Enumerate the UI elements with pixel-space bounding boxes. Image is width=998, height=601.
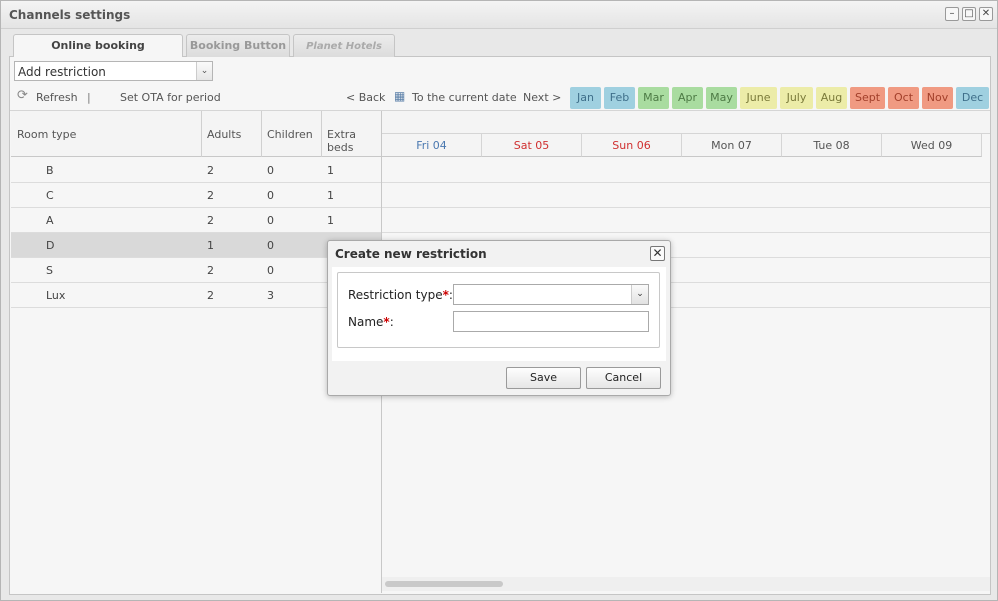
create-restriction-dialog: Create new restriction ✕ Restriction typ… [327, 240, 671, 396]
month-button-dec[interactable]: Dec [956, 87, 989, 109]
column-header-adults[interactable]: Adults [207, 128, 241, 141]
name-input[interactable] [453, 311, 649, 332]
restriction-type-label: Restriction type*: [348, 288, 453, 302]
planet-hotels-logo: Planet Hotels [306, 41, 382, 52]
month-button-mar[interactable]: Mar [638, 87, 669, 109]
month-button-july[interactable]: July [780, 87, 813, 109]
month-button-may[interactable]: May [706, 87, 737, 109]
tab-online-booking-restrictions[interactable]: Online booking restrictions [13, 34, 183, 73]
day-header: Sun 06 [582, 134, 682, 157]
column-header-extra-beds[interactable]: Extra beds [327, 128, 381, 154]
month-button-feb[interactable]: Feb [604, 87, 635, 109]
room-type-cell: D [46, 239, 55, 252]
day-header: Wed 09 [882, 134, 982, 157]
maximize-button[interactable]: □ [962, 7, 976, 21]
tab-bar: Online booking restrictions Booking Butt… [9, 31, 991, 73]
children-cell: 0 [267, 264, 274, 277]
toolbar-separator: | [87, 91, 91, 104]
next-button[interactable]: Next > [523, 91, 561, 104]
close-window-button[interactable]: ✕ [979, 7, 993, 21]
refresh-icon[interactable]: ⟳ [17, 88, 28, 103]
chevron-down-icon[interactable]: ⌄ [196, 62, 212, 80]
adults-cell: 2 [207, 164, 214, 177]
day-header: Tue 08 [782, 134, 882, 157]
back-button[interactable]: < Back [346, 91, 385, 104]
room-type-cell: S [46, 264, 53, 277]
calendar-toolbar: ⟳ Refresh | Set OTA for period < Back ▦ … [10, 85, 990, 111]
tab-booking-button[interactable]: Booking Button [186, 34, 290, 57]
month-button-aug[interactable]: Aug [816, 87, 847, 109]
room-type-cell: Lux [46, 289, 66, 302]
room-grid-header: Room type Adults Children Extra beds [11, 111, 381, 157]
calendar-header-top [382, 111, 990, 134]
set-ota-for-period-button[interactable]: Set OTA for period [120, 91, 221, 104]
extra-beds-cell: 1 [327, 189, 334, 202]
column-header-children[interactable]: Children [267, 128, 313, 141]
dialog-body: Restriction type*: ⌄ Name*: [332, 267, 666, 361]
month-button-june[interactable]: June [740, 87, 777, 109]
adults-cell: 2 [207, 189, 214, 202]
table-row[interactable]: D 1 0 [11, 233, 381, 258]
dialog-title: Create new restriction [335, 247, 487, 261]
to-current-date-button[interactable]: To the current date [412, 91, 517, 104]
table-row[interactable]: A 2 0 1 [11, 208, 381, 233]
children-cell: 0 [267, 214, 274, 227]
month-button-jan[interactable]: Jan [570, 87, 601, 109]
adults-cell: 2 [207, 289, 214, 302]
restriction-form: Restriction type*: ⌄ Name*: [337, 272, 660, 348]
calendar-row[interactable] [382, 158, 990, 183]
close-icon[interactable]: ✕ [650, 246, 665, 261]
table-row[interactable]: C 2 0 1 [11, 183, 381, 208]
room-type-cell: B [46, 164, 54, 177]
save-button[interactable]: Save [506, 367, 581, 389]
title-bar[interactable]: Channels settings – □ ✕ [1, 1, 997, 29]
room-type-cell: A [46, 214, 54, 227]
adults-cell: 1 [207, 239, 214, 252]
horizontal-scrollbar[interactable] [382, 577, 990, 591]
add-restriction-combo[interactable]: Add restriction ⌄ [14, 61, 213, 81]
month-button-oct[interactable]: Oct [888, 87, 919, 109]
calendar-row[interactable] [382, 183, 990, 208]
table-row[interactable]: Lux 2 3 [11, 283, 381, 308]
calendar-row[interactable] [382, 208, 990, 233]
day-header: Sat 05 [482, 134, 582, 157]
cancel-button[interactable]: Cancel [586, 367, 661, 389]
children-cell: 0 [267, 239, 274, 252]
month-button-apr[interactable]: Apr [672, 87, 703, 109]
room-type-cell: C [46, 189, 54, 202]
extra-beds-cell: 1 [327, 214, 334, 227]
children-cell: 0 [267, 164, 274, 177]
month-button-sept[interactable]: Sept [850, 87, 885, 109]
month-button-nov[interactable]: Nov [922, 87, 953, 109]
restriction-type-select[interactable]: ⌄ [453, 284, 649, 305]
table-row[interactable]: B 2 0 1 [11, 158, 381, 183]
scrollbar-thumb[interactable] [385, 581, 503, 587]
name-label: Name*: [348, 315, 394, 329]
day-header: Mon 07 [682, 134, 782, 157]
window-title: Channels settings [9, 8, 131, 22]
column-header-room-type[interactable]: Room type [17, 128, 76, 141]
minimize-button[interactable]: – [945, 7, 959, 21]
adults-cell: 2 [207, 214, 214, 227]
add-restriction-value: Add restriction [18, 65, 106, 79]
children-cell: 0 [267, 189, 274, 202]
children-cell: 3 [267, 289, 274, 302]
day-header: Fri 04 [382, 134, 482, 157]
chevron-down-icon[interactable]: ⌄ [631, 285, 648, 304]
refresh-button[interactable]: Refresh [36, 91, 78, 104]
adults-cell: 2 [207, 264, 214, 277]
calendar-icon[interactable]: ▦ [394, 89, 405, 103]
table-row[interactable]: S 2 0 [11, 258, 381, 283]
tab-planet-hotels[interactable]: Planet Hotels [293, 34, 395, 57]
extra-beds-cell: 1 [327, 164, 334, 177]
